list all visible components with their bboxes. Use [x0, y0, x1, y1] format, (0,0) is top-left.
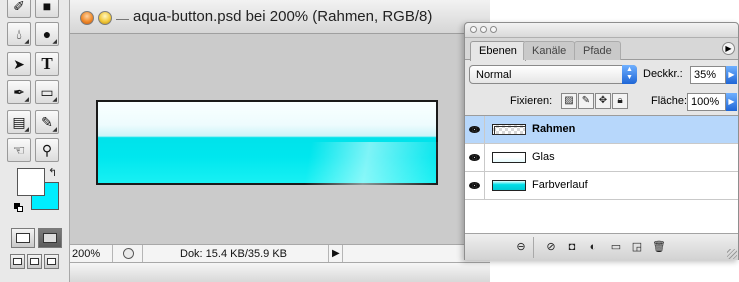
lock-position-icon[interactable]: ✥ — [595, 93, 611, 109]
notes-icon[interactable]: ▤ ◢ — [7, 110, 31, 134]
layer-row-rahmen[interactable]: Rahmen — [465, 116, 738, 144]
layer-thumbnail — [492, 124, 526, 135]
lock-all-icon[interactable]: 🔒︎ — [612, 93, 628, 109]
opacity-field[interactable]: 35% — [690, 66, 726, 84]
opacity-label: Deckkr.: — [643, 68, 683, 80]
layer-row-farbverlauf[interactable]: Farbverlauf — [465, 172, 738, 200]
document-size: Dok: 15.4 KB/35.9 KB — [180, 248, 288, 260]
glass-highlight — [278, 142, 438, 185]
status-divider — [142, 245, 143, 262]
swap-colors-icon[interactable]: ↰ — [48, 166, 57, 179]
visibility-toggle[interactable] — [465, 116, 485, 143]
trash-icon[interactable]: 🗑︎ — [651, 240, 667, 255]
status-divider — [342, 245, 343, 262]
layer-name: Glas — [532, 151, 555, 163]
layer-style-icon[interactable]: ⊘ — [543, 240, 559, 255]
palette-zoom-button[interactable] — [490, 26, 497, 33]
layer-row-glas[interactable]: Glas — [465, 144, 738, 172]
tab-pfade[interactable]: Pfade — [574, 41, 621, 60]
eye-icon — [469, 154, 480, 161]
fill-slider-arrow-icon[interactable]: ▶ — [726, 93, 737, 111]
type-tool-icon[interactable]: T — [35, 52, 59, 76]
eye-icon — [469, 126, 480, 133]
palette-close-button[interactable] — [470, 26, 477, 33]
tools-palette: ✐ ■ 💧︎ ◢ ● ◢ ➤ T ✒ ◢ ▭ ◢ ▤ ◢ ✎ ◢ ☜ ⚲ ↰ — [0, 0, 70, 282]
link-layers-icon[interactable]: ⊖ — [513, 240, 529, 255]
adjustment-layer-icon[interactable]: ◐ — [585, 240, 601, 255]
rectangle-shape-icon[interactable]: ▭ ◢ — [35, 80, 59, 104]
status-divider — [112, 245, 113, 262]
pen-icon[interactable]: ✒ ◢ — [7, 80, 31, 104]
resize-grip[interactable] — [727, 249, 737, 259]
opacity-slider-arrow-icon[interactable]: ▶ — [726, 66, 737, 84]
close-window-button[interactable] — [80, 11, 94, 25]
hand-icon[interactable]: ☜ — [7, 138, 31, 162]
zoom-level[interactable]: 200% — [72, 248, 100, 260]
new-layer-icon[interactable]: ◲ — [629, 240, 645, 255]
standard-mode-button[interactable] — [11, 228, 35, 248]
layer-mask-icon[interactable]: ◘ — [564, 240, 580, 255]
select-arrows-icon: ▲ ▼ — [622, 65, 637, 84]
lock-transparency-icon[interactable]: ▨ — [561, 93, 577, 109]
horizontal-scrollbar[interactable] — [70, 263, 490, 282]
visibility-toggle[interactable] — [465, 144, 485, 171]
bar-divider — [533, 237, 534, 258]
visibility-toggle[interactable] — [465, 172, 485, 199]
layer-thumbnail — [492, 180, 526, 191]
palette-tabs: Ebenen Kanäle Pfade ▶ — [465, 38, 738, 61]
eraser-icon[interactable]: ✐ — [7, 0, 31, 18]
palette-titlebar[interactable] — [465, 23, 738, 38]
aqua-button-canvas[interactable] — [96, 100, 438, 185]
layer-thumbnail — [492, 152, 526, 163]
zoom-icon[interactable]: ⚲ — [35, 138, 59, 162]
blend-mode-value: Normal — [476, 69, 512, 81]
layer-list: Rahmen Glas Farbverlauf — [465, 115, 738, 233]
layers-bottom-bar: ⊖ ⊘ ◘ ◐ ▭ ◲ 🗑︎ — [465, 233, 738, 260]
document-window: aqua-button.psd bei 200% (Rahmen, RGB/8)… — [70, 0, 490, 282]
selection-arrow-icon[interactable]: ➤ — [7, 52, 31, 76]
tab-kanaele[interactable]: Kanäle — [523, 41, 576, 60]
layer-name: Rahmen — [532, 123, 576, 135]
layer-name: Farbverlauf — [532, 179, 588, 191]
fill-icon[interactable]: ■ — [35, 0, 59, 18]
clock-icon — [123, 248, 134, 259]
screen-mode-standard-button[interactable] — [10, 254, 25, 269]
document-titlebar[interactable]: aqua-button.psd bei 200% (Rahmen, RGB/8) — [70, 0, 490, 34]
screen-mode-menu-button[interactable] — [27, 254, 42, 269]
palette-minimize-button[interactable] — [480, 26, 487, 33]
blur-icon[interactable]: ● ◢ — [35, 22, 59, 46]
screen-mode-full-button[interactable] — [44, 254, 59, 269]
layers-palette: Ebenen Kanäle Pfade ▶ Normal ▲ ▼ Deckkr.:… — [464, 22, 739, 260]
lock-image-icon[interactable]: ✎ — [578, 93, 594, 109]
tab-ebenen[interactable]: Ebenen — [470, 41, 526, 61]
dodge-icon[interactable]: 💧︎ ◢ — [7, 22, 31, 46]
status-divider — [328, 245, 329, 262]
foreground-color-swatch[interactable] — [17, 168, 45, 196]
fill-label: Fläche: — [651, 95, 688, 107]
status-bar: 200% Dok: 15.4 KB/35.9 KB ▶ — [70, 244, 490, 263]
minimize-window-button[interactable] — [98, 11, 112, 25]
eye-icon — [469, 182, 480, 189]
document-title: aqua-button.psd bei 200% (Rahmen, RGB/8) — [133, 8, 433, 25]
blend-mode-select[interactable]: Normal ▲ ▼ — [469, 65, 637, 84]
fill-field[interactable]: 100% — [687, 93, 726, 111]
new-group-icon[interactable]: ▭ — [608, 240, 624, 255]
title-separator — [116, 19, 129, 20]
default-colors-icon[interactable] — [14, 203, 23, 212]
lock-label: Fixieren: — [510, 95, 553, 107]
eyedropper-icon[interactable]: ✎ ◢ — [35, 110, 59, 134]
status-menu-arrow-icon[interactable]: ▶ — [332, 248, 340, 259]
quick-mask-mode-button[interactable] — [38, 228, 62, 248]
palette-menu-icon[interactable]: ▶ — [722, 42, 735, 55]
